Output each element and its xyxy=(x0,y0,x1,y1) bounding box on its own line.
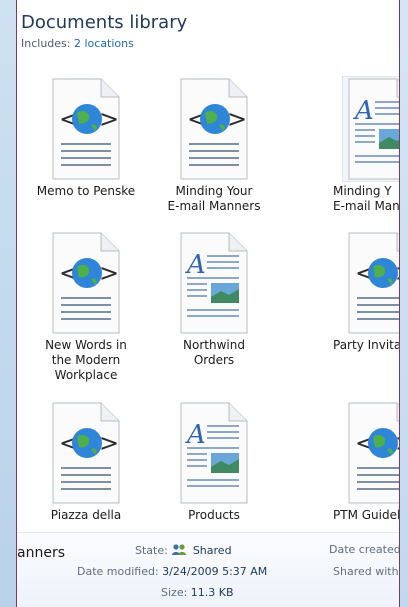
file-tile[interactable]: A Products xyxy=(149,400,279,523)
file-tile[interactable]: < > Minding Your E-mail Manners xyxy=(149,76,279,214)
svg-text:>: > xyxy=(99,105,119,133)
file-tile[interactable]: < > PTM Guidel xyxy=(317,400,400,523)
details-file-name: anners xyxy=(17,545,65,561)
svg-text:A: A xyxy=(185,250,206,280)
word-document-icon: A xyxy=(174,400,254,506)
file-tile[interactable]: < > Party Invitat xyxy=(317,230,400,353)
file-name: Northwind Orders xyxy=(183,338,245,367)
word-document-icon: A xyxy=(342,76,399,182)
details-size: Size: 11.3 KB xyxy=(161,586,234,599)
explorer-window: Documents library Includes: 2 locations … xyxy=(16,0,400,607)
file-tile[interactable]: < > New Words in the Modern Workplace xyxy=(21,230,151,383)
date-modified-value: 3/24/2009 5:37 AM xyxy=(162,565,268,578)
file-name: Products xyxy=(188,508,240,522)
date-created-label: Date created: xyxy=(329,543,400,556)
svg-text:>: > xyxy=(99,429,119,457)
html-document-icon: < > xyxy=(174,76,254,182)
file-tile[interactable]: < > Memo to Penske xyxy=(21,76,151,199)
file-name: Minding Your E-mail Manners xyxy=(167,184,261,213)
html-document-icon: < > xyxy=(46,400,126,506)
library-header: Documents library Includes: 2 locations xyxy=(21,12,391,50)
file-grid: < > Memo to Penske < > Minding Your E-ma… xyxy=(17,70,400,532)
file-name: Party Invitat xyxy=(333,338,400,352)
file-name: Memo to Penske xyxy=(36,184,136,198)
html-document-icon: < > xyxy=(46,230,126,336)
shared-users-icon xyxy=(171,543,187,560)
locations-link[interactable]: 2 locations xyxy=(74,37,134,50)
svg-text:A: A xyxy=(185,420,206,450)
details-date-modified: Date modified: 3/24/2009 5:37 AM xyxy=(77,565,267,578)
window-chrome-right xyxy=(400,0,408,607)
details-shared-with: Shared with: xyxy=(333,565,400,578)
includes-label: Includes: xyxy=(21,37,71,50)
file-name: PTM Guidel xyxy=(333,508,400,522)
svg-text:>: > xyxy=(99,259,119,287)
html-document-icon: < > xyxy=(46,76,126,182)
html-document-icon: < > xyxy=(342,230,399,336)
state-value: Shared xyxy=(192,544,232,557)
size-value: 11.3 KB xyxy=(190,586,234,599)
shared-with-label: Shared with: xyxy=(333,565,400,578)
date-modified-label: Date modified: xyxy=(77,565,159,578)
svg-text:>: > xyxy=(227,105,247,133)
library-includes: Includes: 2 locations xyxy=(21,37,391,50)
details-date-created: Date created: xyxy=(329,543,400,556)
file-name: Piazza della xyxy=(50,508,122,522)
size-label: Size: xyxy=(161,586,188,599)
state-label: State: xyxy=(135,544,168,557)
window-chrome-left xyxy=(0,0,16,607)
html-document-icon: < > xyxy=(342,400,399,506)
library-title: Documents library xyxy=(21,12,188,33)
file-name: New Words in the Modern Workplace xyxy=(45,338,127,382)
file-tile[interactable]: < > Piazza della xyxy=(21,400,151,523)
svg-text:A: A xyxy=(353,96,374,126)
word-document-icon: A xyxy=(174,230,254,336)
file-tile[interactable]: A Northwind Orders xyxy=(149,230,279,368)
file-name: Minding Y E-mail Man xyxy=(333,184,400,213)
details-pane: anners State: Shared Date modified: 3/24… xyxy=(17,532,400,607)
details-state: State: Shared xyxy=(135,543,232,560)
file-tile[interactable]: A Minding Y E-mail Man xyxy=(317,76,400,214)
